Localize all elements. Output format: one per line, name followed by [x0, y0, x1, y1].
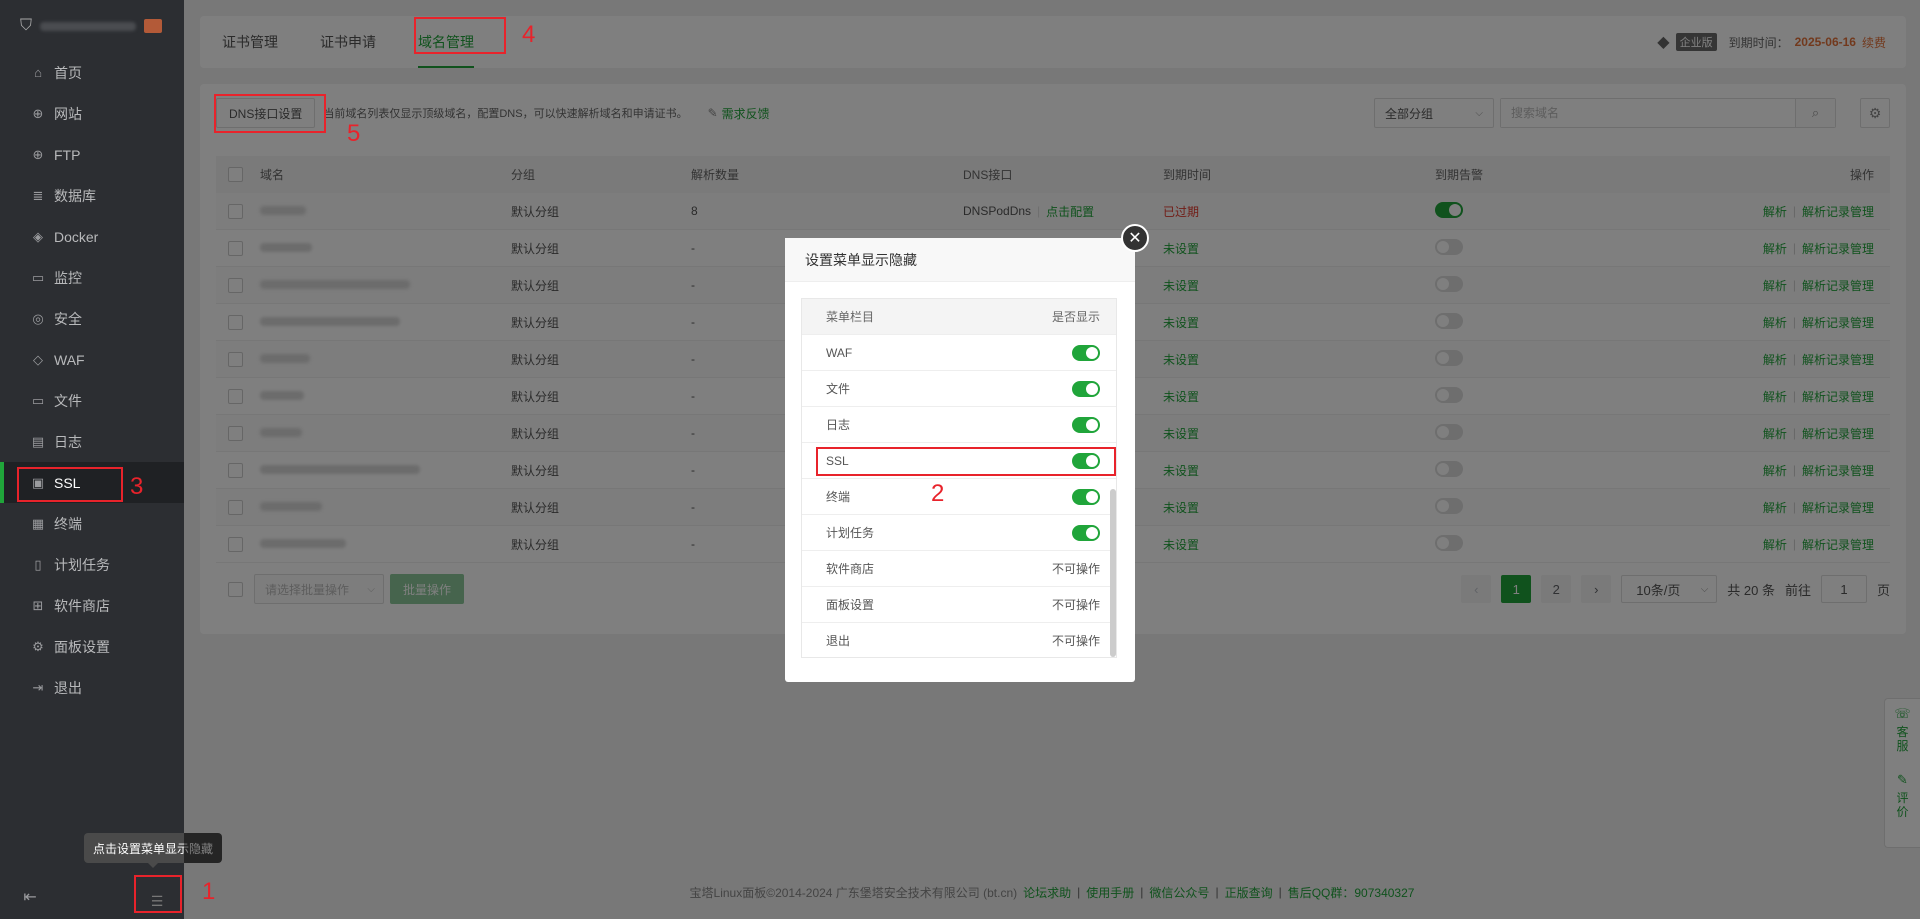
settings-icon: ⚙: [32, 638, 44, 654]
monitor-icon: ▭: [31, 269, 45, 285]
server-badge: [144, 19, 163, 33]
visibility-toggle[interactable]: [1072, 488, 1100, 505]
scrollbar[interactable]: [1110, 489, 1116, 657]
menu-row-7: 面板设置 不可操作: [802, 587, 1116, 623]
schedule-icon: ▯: [34, 556, 42, 572]
logo-row: ⛉: [0, 0, 184, 52]
sidebar-item-label: 计划任务: [54, 556, 110, 573]
sidebar-item-label: 首页: [54, 64, 82, 81]
annotation-box-4: [414, 17, 506, 54]
annotation-box-1: [134, 875, 182, 913]
sidebar-item-15[interactable]: ⇥ 退出: [0, 667, 184, 708]
not-operable-text: 不可操作: [1051, 598, 1100, 612]
terminal-icon: ▦: [31, 515, 45, 531]
sidebar-item-4[interactable]: ◈ Docker: [0, 216, 184, 257]
sidebar-item-label: Docker: [54, 228, 99, 245]
sidebar-item-label: 终端: [54, 515, 82, 532]
home-icon: ⌂: [34, 65, 42, 80]
sidebar-item-6[interactable]: ◎ 安全: [0, 298, 184, 339]
menu-table-header: 菜单栏目 是否显示: [802, 299, 1116, 335]
shield-icon: ◎: [32, 310, 44, 326]
docker-icon: ◈: [33, 228, 43, 244]
annotation-box-3: [17, 467, 123, 502]
menu-row-label: 软件商店: [826, 562, 875, 576]
sidebar-item-label: 网站: [54, 105, 82, 122]
server-name-blurred: [40, 21, 137, 31]
annotation-number-3: 3: [130, 473, 144, 500]
annotation-number-4: 4: [522, 21, 536, 48]
not-operable-text: 不可操作: [1051, 634, 1100, 648]
col-menu-item: 菜单栏目: [826, 310, 875, 324]
menu-row-label: 面板设置: [826, 598, 875, 612]
sidebar-item-1[interactable]: ⊕ 网站: [0, 93, 184, 134]
dialog-title: 设置菜单显示隐藏: [785, 238, 1135, 282]
menu-row-0: WAF: [802, 335, 1116, 371]
waf-icon: ◇: [33, 351, 43, 367]
sidebar-item-3[interactable]: ≣ 数据库: [0, 175, 184, 216]
menu-row-6: 软件商店 不可操作: [802, 551, 1116, 587]
bt-logo-icon: ⛉: [20, 17, 33, 34]
menu-row-label: 退出: [826, 634, 851, 648]
annotation-number-5: 5: [347, 120, 361, 147]
menu-row-4: 终端: [802, 479, 1116, 515]
sidebar-item-label: 数据库: [54, 187, 96, 204]
menu-row-2: 日志: [802, 407, 1116, 443]
sidebar-item-0[interactable]: ⌂ 首页: [0, 52, 184, 93]
sidebar-item-13[interactable]: ⊞ 软件商店: [0, 585, 184, 626]
menu-row-label: WAF: [826, 345, 853, 360]
annotation-number-2: 2: [931, 480, 945, 507]
collapse-sidebar-icon[interactable]: ⇤: [0, 887, 60, 907]
sidebar: ⛉ ⌂ 首页 ⊕ 网站 ⊕ FTP ≣ 数据库 ◈ Docker ▭ 监控 ◎ 安全 ◇ WAF ▭ 文件 ▤ 日志 ▣…: [0, 0, 184, 919]
not-operable-text: 不可操作: [1051, 562, 1100, 576]
globe-icon: ⊕: [32, 105, 44, 121]
database-icon: ≣: [32, 187, 44, 203]
sidebar-item-label: 面板设置: [54, 638, 110, 655]
sidebar-item-14[interactable]: ⚙ 面板设置: [0, 626, 184, 667]
visibility-toggle[interactable]: [1072, 380, 1100, 397]
menu-row-label: 日志: [826, 418, 851, 432]
menu-row-1: 文件: [802, 371, 1116, 407]
logout-icon: ⇥: [32, 679, 44, 695]
close-icon[interactable]: ✕: [1121, 224, 1149, 252]
sidebar-item-label: 软件商店: [54, 597, 110, 614]
ftp-icon: ⊕: [32, 146, 44, 162]
sidebar-item-8[interactable]: ▭ 文件: [0, 380, 184, 421]
sidebar-item-label: 退出: [54, 679, 82, 696]
sidebar-item-5[interactable]: ▭ 监控: [0, 257, 184, 298]
sidebar-item-9[interactable]: ▤ 日志: [0, 421, 184, 462]
sidebar-item-label: 日志: [54, 433, 82, 450]
sidebar-item-label: WAF: [54, 351, 85, 368]
visibility-toggle[interactable]: [1072, 344, 1100, 361]
sidebar-nav: ⌂ 首页 ⊕ 网站 ⊕ FTP ≣ 数据库 ◈ Docker ▭ 监控 ◎ 安全 ◇ WAF ▭ 文件 ▤ 日志 ▣ SS…: [0, 52, 184, 708]
sidebar-item-label: 监控: [54, 269, 82, 286]
log-icon: ▤: [31, 433, 45, 449]
sidebar-item-2[interactable]: ⊕ FTP: [0, 134, 184, 175]
sidebar-item-label: 文件: [54, 392, 82, 409]
menu-row-label: 文件: [826, 382, 851, 396]
menu-row-5: 计划任务: [802, 515, 1116, 551]
sidebar-item-11[interactable]: ▦ 终端: [0, 503, 184, 544]
sidebar-item-label: 安全: [54, 310, 82, 327]
menu-row-8: 退出 不可操作: [802, 623, 1116, 657]
visibility-toggle[interactable]: [1072, 416, 1100, 433]
sidebar-item-12[interactable]: ▯ 计划任务: [0, 544, 184, 585]
menu-rows: WAF 文件 日志 SSL 终端 计划任务 软件商店 不可操作 面板设置 不可操作 退出 不可操作: [802, 335, 1116, 657]
menu-row-label: 计划任务: [826, 526, 875, 540]
annotation-box-2: [816, 447, 1116, 476]
col-show: 是否显示: [1051, 310, 1100, 324]
visibility-toggle[interactable]: [1072, 524, 1100, 541]
sidebar-item-label: FTP: [54, 146, 81, 163]
menu-visibility-table: 菜单栏目 是否显示 WAF 文件 日志 SSL 终端 计划任务 软件商店 不可操作 面板设置 不可…: [801, 298, 1117, 658]
annotation-box-5: [214, 94, 326, 133]
folder-icon: ▭: [31, 392, 45, 408]
store-icon: ⊞: [32, 597, 44, 613]
annotation-number-1: 1: [202, 878, 216, 905]
menu-row-label: 终端: [826, 490, 851, 504]
sidebar-item-7[interactable]: ◇ WAF: [0, 339, 184, 380]
